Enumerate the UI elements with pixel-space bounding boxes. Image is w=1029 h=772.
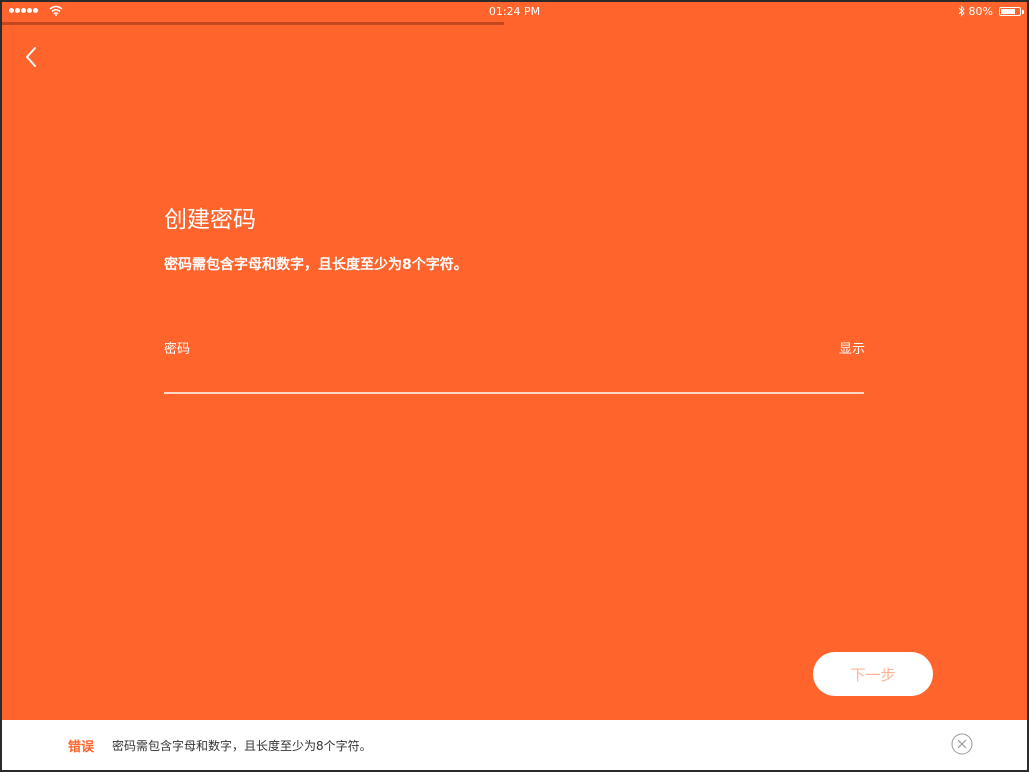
page-progress-fill bbox=[2, 22, 505, 25]
page-subtitle: 密码需包含字母和数字，且长度至少为8个字符。 bbox=[164, 257, 468, 273]
chevron-left-icon[interactable] bbox=[20, 44, 42, 70]
error-banner: 错误 密码需包含字母和数字，且长度至少为8个字符。 bbox=[2, 720, 1027, 770]
page-title: 创建密码 bbox=[164, 207, 256, 233]
close-circle-icon[interactable] bbox=[951, 733, 973, 755]
next-button[interactable]: 下一步 bbox=[813, 652, 933, 696]
bluetooth-icon bbox=[958, 5, 965, 17]
battery-icon bbox=[999, 7, 1024, 16]
page-progress-bar bbox=[2, 22, 1027, 25]
password-field-label: 密码 bbox=[164, 342, 191, 357]
error-label: 错误 bbox=[68, 740, 95, 755]
status-time: 01:24 PM bbox=[488, 5, 541, 18]
battery-percent: 80% bbox=[968, 5, 993, 18]
password-input[interactable] bbox=[164, 360, 864, 392]
status-bar: 01:24 PM 80% bbox=[2, 2, 1027, 22]
password-input-underline bbox=[164, 392, 864, 394]
show-password-toggle[interactable]: 显示 bbox=[839, 338, 865, 357]
error-message: 密码需包含字母和数字，且长度至少为8个字符。 bbox=[112, 739, 372, 753]
app-screen: 01:24 PM 80% 创建密码 密码需包含字母和数字，且长度至少为8个字符。… bbox=[2, 2, 1027, 770]
